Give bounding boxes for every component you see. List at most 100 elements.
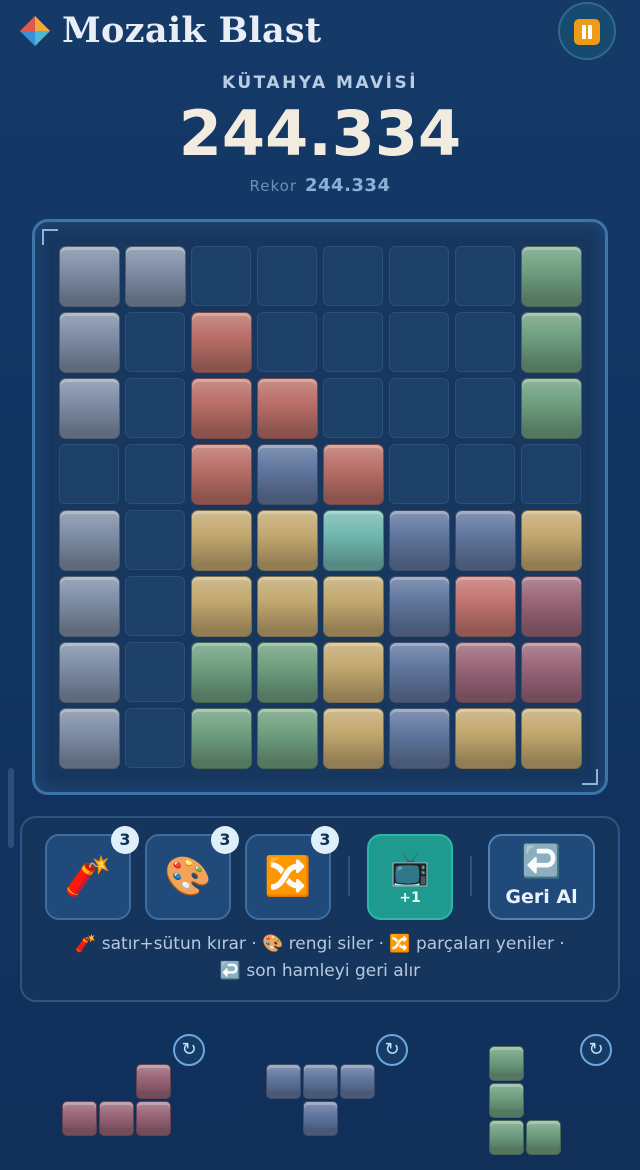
board-cell[interactable]: [389, 312, 449, 372]
app-title: Mozaik Blast: [62, 10, 322, 51]
rotate-piece-3-button[interactable]: ↻: [580, 1034, 612, 1066]
piece-1-tile[interactable]: [136, 1064, 171, 1099]
board-cell[interactable]: [125, 576, 185, 636]
board-cell[interactable]: [323, 378, 383, 438]
corner-mark: [42, 229, 58, 245]
tile-slate: [59, 378, 120, 439]
tile-blue: [257, 444, 318, 505]
tile-slate: [59, 708, 120, 769]
tile-slate: [125, 246, 186, 307]
shuffle-count-badge: 3: [311, 826, 339, 854]
tile-red: [191, 312, 252, 373]
piece-1-tile[interactable]: [99, 1101, 134, 1136]
tile-yellow: [323, 708, 384, 769]
tile-blue: [389, 708, 450, 769]
divider: [348, 856, 350, 896]
board-cell[interactable]: [323, 246, 383, 306]
board-cell[interactable]: [257, 246, 317, 306]
board-cell[interactable]: [125, 312, 185, 372]
tile-green: [257, 708, 318, 769]
palette-icon: 🎨: [164, 854, 212, 898]
board-cell[interactable]: [389, 378, 449, 438]
watch-ad-button[interactable]: 📺 +1: [367, 834, 453, 920]
tile-slate: [59, 312, 120, 373]
tile-green: [257, 642, 318, 703]
tile-blue: [389, 642, 450, 703]
tile-red: [257, 378, 318, 439]
undo-label: Geri Al: [505, 886, 578, 908]
board-cell[interactable]: [125, 444, 185, 504]
board-cell[interactable]: [455, 246, 515, 306]
board-cell[interactable]: [59, 444, 119, 504]
piece-2-tile[interactable]: [303, 1101, 338, 1136]
tile-green: [521, 378, 582, 439]
tile-blue: [389, 510, 450, 571]
tile-red: [191, 378, 252, 439]
piece-3-tile[interactable]: [526, 1120, 561, 1155]
board-cell[interactable]: [125, 510, 185, 570]
board-grid[interactable]: [59, 246, 587, 774]
palette-count-badge: 3: [211, 826, 239, 854]
tile-yellow: [323, 642, 384, 703]
board-cell[interactable]: [389, 246, 449, 306]
rotate-piece-1-button[interactable]: ↻: [173, 1034, 205, 1066]
piece-3-tile[interactable]: [489, 1083, 524, 1118]
tile-rose: [455, 642, 516, 703]
board-cell[interactable]: [323, 312, 383, 372]
tv-icon: 📺: [390, 850, 430, 888]
board-cell[interactable]: [191, 246, 251, 306]
bonus-label: +1: [399, 890, 421, 906]
tile-slate: [59, 642, 120, 703]
tile-slate: [59, 246, 120, 307]
tile-rose: [521, 576, 582, 637]
tile-red: [323, 444, 384, 505]
board-cell[interactable]: [521, 444, 581, 504]
level-name: KÜTAHYA MAVİSİ: [221, 73, 419, 93]
piece-1-tile[interactable]: [136, 1101, 171, 1136]
board-cell[interactable]: [455, 444, 515, 504]
board-cell[interactable]: [125, 708, 185, 768]
diamond-logo-icon: [20, 16, 50, 46]
piece-3-tile[interactable]: [489, 1046, 524, 1081]
piece-2-tile[interactable]: [340, 1064, 375, 1099]
piece-1-tile[interactable]: [62, 1101, 97, 1136]
board-cell[interactable]: [455, 312, 515, 372]
tile-yellow: [257, 576, 318, 637]
best-value: 244.334: [305, 175, 391, 196]
tile-slate: [59, 510, 120, 571]
game-board[interactable]: [32, 219, 608, 795]
piece-2-tile[interactable]: [266, 1064, 301, 1099]
tile-green: [521, 312, 582, 373]
tile-green: [191, 642, 252, 703]
board-cell[interactable]: [257, 312, 317, 372]
tile-yellow: [521, 510, 582, 571]
best-score: Rekor 244.334: [0, 175, 640, 196]
help-text-line1: 🧨 satır+sütun kırar · 🎨 rengi siler · 🔀 …: [75, 934, 565, 954]
board-cell[interactable]: [125, 378, 185, 438]
help-text-line2: ↩️ son hamleyi geri alır: [219, 961, 421, 981]
tile-blue: [455, 510, 516, 571]
tile-rose: [521, 642, 582, 703]
rotate-piece-2-button[interactable]: ↻: [376, 1034, 408, 1066]
tile-blue: [389, 576, 450, 637]
board-cell[interactable]: [389, 444, 449, 504]
undo-button[interactable]: ↩️ Geri Al: [488, 834, 595, 920]
tile-red: [191, 444, 252, 505]
dynamite-count-badge: 3: [111, 826, 139, 854]
tile-yellow: [191, 510, 252, 571]
tile-green: [521, 246, 582, 307]
header: Mozaik Blast: [0, 0, 640, 70]
pause-button[interactable]: [558, 2, 616, 60]
board-cell[interactable]: [125, 642, 185, 702]
board-cell[interactable]: [455, 378, 515, 438]
tile-yellow: [257, 510, 318, 571]
piece-3-tile[interactable]: [489, 1120, 524, 1155]
best-label: Rekor: [249, 177, 297, 195]
scrollbar[interactable]: [8, 768, 14, 848]
tile-slate: [59, 576, 120, 637]
divider: [470, 856, 472, 896]
tile-yellow: [323, 576, 384, 637]
shuffle-icon: 🔀: [264, 854, 312, 898]
piece-2-tile[interactable]: [303, 1064, 338, 1099]
score-value: 244.334: [178, 97, 462, 170]
